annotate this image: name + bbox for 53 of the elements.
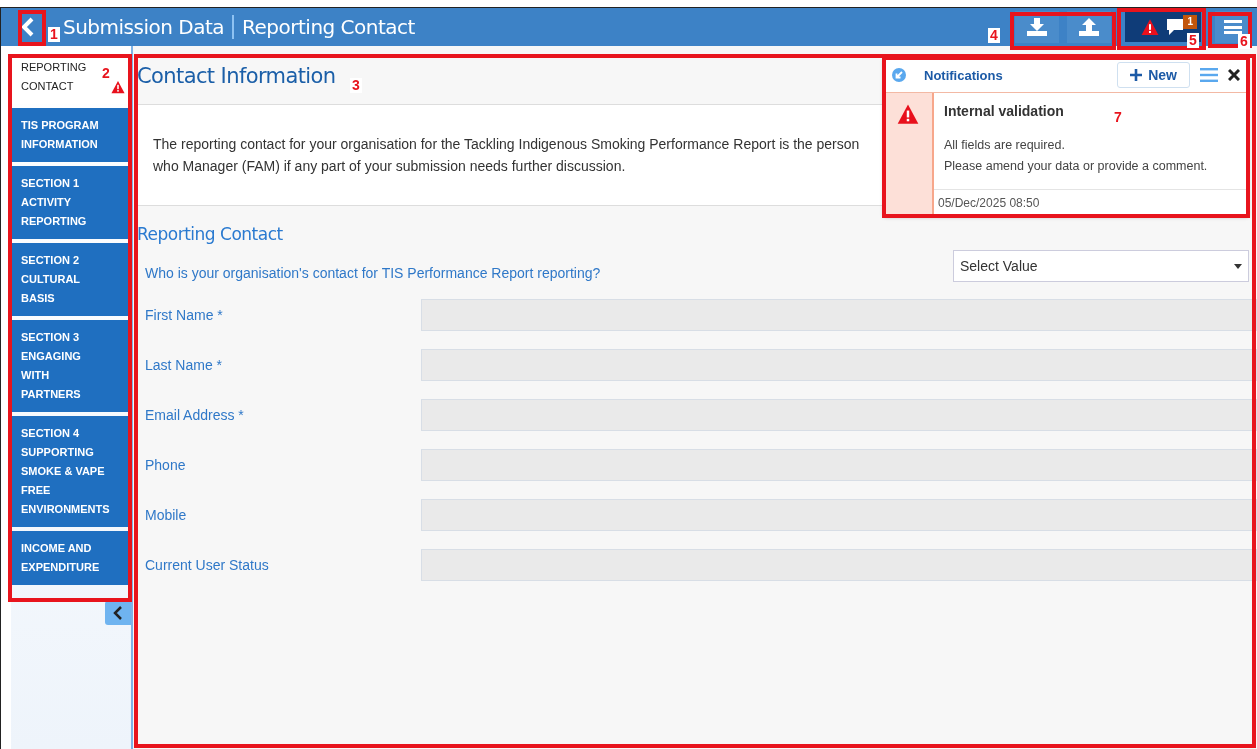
annotation-number: 2	[100, 66, 112, 81]
menu-icon	[1224, 19, 1242, 35]
sidebar-item[interactable]: SECTION 1 ACTIVITY REPORTING	[11, 166, 131, 239]
annotation-number: 6	[1238, 34, 1250, 49]
notifications-title: Notifications	[924, 67, 1004, 83]
sidebar-item[interactable]: SECTION 4 SUPPORTING SMOKE & VAPE FREE ENVIRONMENTS	[11, 416, 131, 527]
annotation-number: 4	[988, 28, 1000, 43]
notification-count: 1	[1183, 15, 1197, 29]
caret-icon	[1234, 263, 1242, 269]
field-label: First Name *	[145, 307, 224, 323]
select-dropdown[interactable]: Select Value	[953, 250, 1249, 282]
question-text: Who is your organisation's contact for TIS Performance Report reporting?	[145, 265, 601, 281]
sidebar-item[interactable]: TIS PROGRAM INFORMATION	[11, 108, 131, 162]
collapse-icon	[892, 68, 906, 82]
input-field[interactable]	[421, 549, 1257, 581]
chevron-icon	[113, 606, 123, 620]
annotation-number: 3	[350, 78, 362, 93]
warning-icon	[1141, 18, 1159, 36]
close-icon[interactable]	[1228, 69, 1240, 81]
new-button[interactable]: New	[1117, 62, 1190, 88]
input-field[interactable]	[421, 349, 1257, 381]
section-title: Contact Information	[136, 63, 336, 90]
sidebar-item[interactable]: INCOME AND EXPENDITURE	[11, 531, 131, 585]
message-text: Please amend your data or provide a comment.	[943, 158, 1209, 175]
annotation-frame	[18, 10, 46, 46]
chat-icon	[1165, 18, 1185, 36]
collapse-button[interactable]	[105, 601, 131, 625]
sidebar-item[interactable]: SECTION 2 CULTURAL BASIS	[11, 243, 131, 316]
field-label: Current User Status	[145, 557, 270, 573]
field-label: Last Name *	[145, 357, 224, 373]
annotation-number: 5	[1187, 33, 1199, 48]
page-title: Submission Data	[63, 15, 225, 39]
annotation-number: 7	[1112, 110, 1124, 125]
sidebar-item[interactable]: SECTION 3 ENGAGING WITH PARTNERS	[11, 320, 131, 412]
input-field[interactable]	[421, 399, 1257, 431]
message-title: Internal validation	[943, 102, 1065, 119]
field-label: Phone	[145, 457, 187, 473]
upload-icon	[1079, 18, 1099, 36]
message-text: All fields are required.	[943, 137, 1066, 154]
chevron-icon	[21, 17, 35, 37]
field-label: Mobile	[145, 507, 188, 523]
input-field[interactable]	[421, 449, 1257, 481]
menu-icon[interactable]	[1200, 68, 1218, 82]
input-field[interactable]	[421, 499, 1257, 531]
field-label: Email Address *	[145, 407, 245, 423]
warning-icon	[111, 80, 125, 94]
download-icon	[1027, 18, 1047, 36]
warning-icon	[897, 103, 919, 125]
page-subtitle: Reporting Contact	[242, 15, 415, 39]
annotation-number: 1	[48, 27, 60, 42]
subsection-title: Reporting Contact	[136, 223, 284, 244]
plus-icon	[1130, 69, 1143, 81]
input-field[interactable]	[421, 299, 1257, 331]
